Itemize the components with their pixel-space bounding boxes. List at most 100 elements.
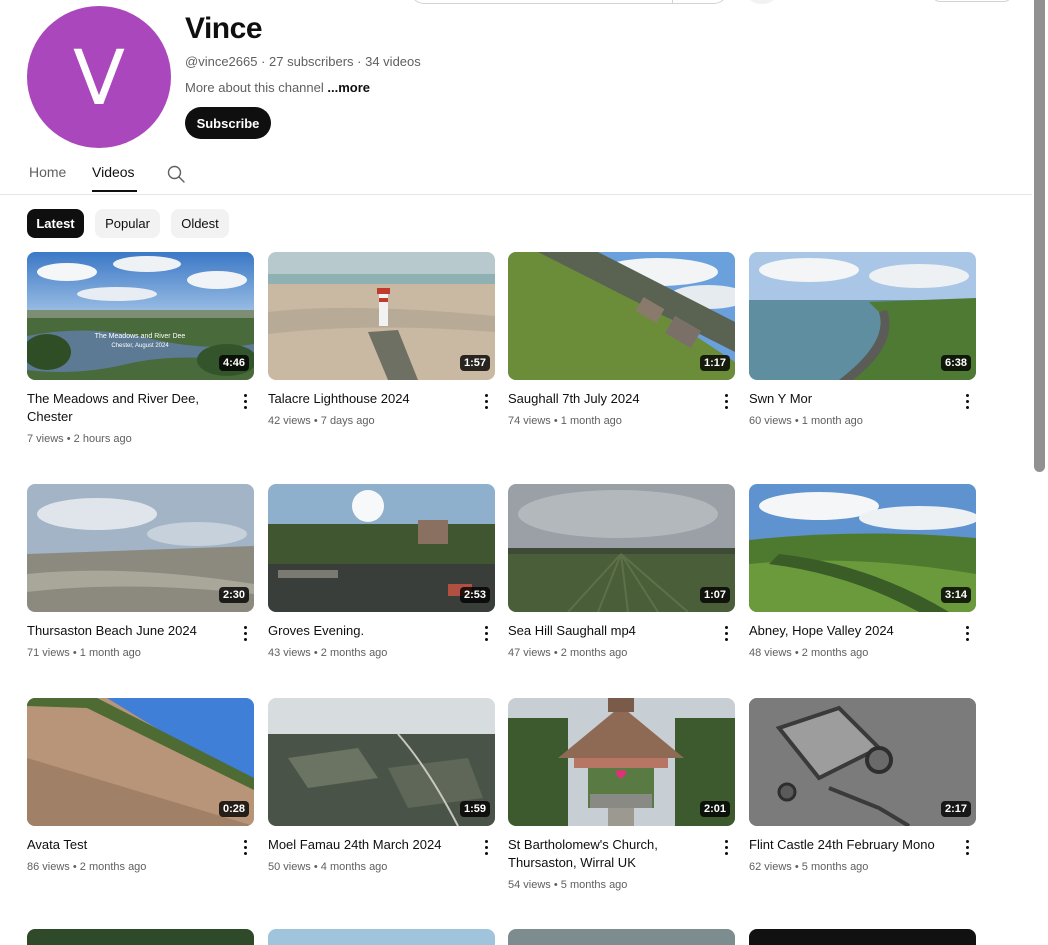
stats-separator: •	[310, 861, 321, 873]
view-count: 74 views	[508, 415, 551, 427]
stats-separator: •	[550, 647, 561, 659]
view-count: 86 views	[27, 861, 70, 873]
upload-age: 2 months ago	[79, 861, 147, 873]
video-card[interactable]: 3:14 Abney, Hope Valley 2024 48 views • …	[749, 484, 976, 659]
stats-separator: •	[69, 861, 80, 873]
video-card[interactable]: 1:59 Moel Famau 24th March 2024 50 views…	[268, 698, 495, 873]
masthead-sign-in-button[interactable]	[932, 0, 1012, 2]
video-thumbnail[interactable]	[749, 929, 976, 945]
more-vert-icon[interactable]	[239, 392, 251, 410]
channel-name: Vince	[185, 12, 263, 45]
view-count: 48 views	[749, 647, 792, 659]
view-count: 60 views	[749, 415, 792, 427]
stats-separator: •	[550, 879, 561, 891]
masthead-search-box[interactable]	[410, 0, 728, 4]
video-card[interactable]: 2:30 Thursaston Beach June 2024 71 views…	[27, 484, 254, 659]
video-title[interactable]: Groves Evening.	[268, 622, 468, 640]
upload-age: 2 months ago	[801, 647, 869, 659]
video-thumbnail[interactable]: 3:14	[749, 484, 976, 612]
video-card[interactable]: 6:38 Swn Y Mor 60 views • 1 month ago	[749, 252, 976, 427]
video-stats: 47 views • 2 months ago	[508, 647, 627, 659]
chip-oldest[interactable]: Oldest	[171, 209, 229, 238]
video-title[interactable]: The Meadows and River Dee, Chester	[27, 390, 227, 426]
upload-age: 1 month ago	[801, 415, 863, 427]
video-thumbnail[interactable]: 1:59	[268, 698, 495, 826]
more-vert-icon[interactable]	[480, 624, 492, 642]
video-card[interactable]: 2:17 Flint Castle 24th February Mono 62 …	[749, 698, 976, 873]
video-thumbnail[interactable]: 2:53	[268, 484, 495, 612]
video-thumbnail[interactable]: 2:01	[508, 698, 735, 826]
video-stats: 48 views • 2 months ago	[749, 647, 868, 659]
upload-age: 5 months ago	[801, 861, 869, 873]
more-vert-icon[interactable]	[239, 624, 251, 642]
stats-separator: •	[791, 415, 802, 427]
stats-separator: •	[791, 861, 802, 873]
subscribe-button[interactable]: Subscribe	[185, 107, 271, 139]
video-title[interactable]: Swn Y Mor	[749, 390, 949, 408]
video-thumbnail[interactable]: The Meadows and River Dee Chester, Augus…	[27, 252, 254, 380]
search-button-divider	[672, 0, 673, 4]
tab-videos[interactable]: Videos	[92, 164, 135, 180]
video-thumbnail[interactable]: 1:57	[268, 252, 495, 380]
video-thumbnail[interactable]	[508, 929, 735, 945]
tab-home[interactable]: Home	[29, 164, 66, 180]
video-title[interactable]: Saughall 7th July 2024	[508, 390, 708, 408]
video-title[interactable]: Sea Hill Saughall mp4	[508, 622, 708, 640]
video-title[interactable]: Flint Castle 24th February Mono	[749, 836, 949, 854]
more-vert-icon[interactable]	[239, 838, 251, 856]
upload-age: 5 months ago	[560, 879, 628, 891]
video-thumbnail[interactable]: 0:28	[27, 698, 254, 826]
video-thumbnail[interactable]: 1:17	[508, 252, 735, 380]
video-card[interactable]: 1:07 Sea Hill Saughall mp4 47 views • 2 …	[508, 484, 735, 659]
thumbnail-overlay-subtitle: Chester, August 2024	[111, 343, 169, 349]
more-vert-icon[interactable]	[961, 624, 973, 642]
masthead-icon-button[interactable]	[748, 0, 776, 4]
more-vert-icon[interactable]	[720, 392, 732, 410]
video-thumbnail[interactable]: 6:38	[749, 252, 976, 380]
search-icon[interactable]	[166, 164, 186, 184]
video-title[interactable]: Talacre Lighthouse 2024	[268, 390, 468, 408]
upload-age: 2 hours ago	[73, 433, 132, 445]
video-card[interactable]: 2:53 Groves Evening. 43 views • 2 months…	[268, 484, 495, 659]
video-stats: 50 views • 4 months ago	[268, 861, 387, 873]
video-card[interactable]: 1:57 Talacre Lighthouse 2024 42 views • …	[268, 252, 495, 427]
more-vert-icon[interactable]	[961, 392, 973, 410]
scrollbar-thumb[interactable]	[1034, 0, 1045, 472]
avatar-letter: V	[73, 32, 125, 122]
duration-badge: 4:46	[218, 355, 249, 371]
video-stats: 54 views • 5 months ago	[508, 879, 627, 891]
upload-age: 2 months ago	[560, 647, 628, 659]
more-vert-icon[interactable]	[480, 392, 492, 410]
stats-separator: •	[310, 647, 321, 659]
video-stats: 43 views • 2 months ago	[268, 647, 387, 659]
video-thumbnail[interactable]	[268, 929, 495, 945]
view-count: 54 views	[508, 879, 551, 891]
more-vert-icon[interactable]	[720, 624, 732, 642]
stats-separator: •	[63, 433, 74, 445]
video-card[interactable]: 1:17 Saughall 7th July 2024 74 views • 1…	[508, 252, 735, 427]
video-title[interactable]: Moel Famau 24th March 2024	[268, 836, 468, 854]
video-thumbnail[interactable]: 2:17	[749, 698, 976, 826]
video-card[interactable]: 0:28 Avata Test 86 views • 2 months ago	[27, 698, 254, 873]
more-vert-icon[interactable]	[720, 838, 732, 856]
upload-age: 7 days ago	[320, 415, 375, 427]
more-vert-icon[interactable]	[480, 838, 492, 856]
video-thumbnail[interactable]: 2:30	[27, 484, 254, 612]
chip-latest[interactable]: Latest	[27, 209, 84, 238]
video-card[interactable]: 2:01 St Bartholomew's Church, Thursaston…	[508, 698, 735, 891]
more-vert-icon[interactable]	[961, 838, 973, 856]
video-title[interactable]: Thursaston Beach June 2024	[27, 622, 227, 640]
duration-badge: 2:01	[699, 801, 730, 817]
duration-badge: 2:17	[940, 801, 971, 817]
video-title[interactable]: Abney, Hope Valley 2024	[749, 622, 949, 640]
video-card[interactable]: The Meadows and River Dee Chester, Augus…	[27, 252, 254, 445]
chip-popular[interactable]: Popular	[95, 209, 160, 238]
video-thumbnail[interactable]	[27, 929, 254, 945]
video-title[interactable]: Avata Test	[27, 836, 227, 854]
video-thumbnail[interactable]: 1:07	[508, 484, 735, 612]
channel-description-text: More about this channel	[185, 80, 328, 95]
more-link[interactable]: ...more	[327, 80, 370, 95]
video-title[interactable]: St Bartholomew's Church, Thursaston, Wir…	[508, 836, 708, 872]
video-stats: 60 views • 1 month ago	[749, 415, 863, 427]
channel-description[interactable]: More about this channel ...more	[185, 80, 370, 95]
